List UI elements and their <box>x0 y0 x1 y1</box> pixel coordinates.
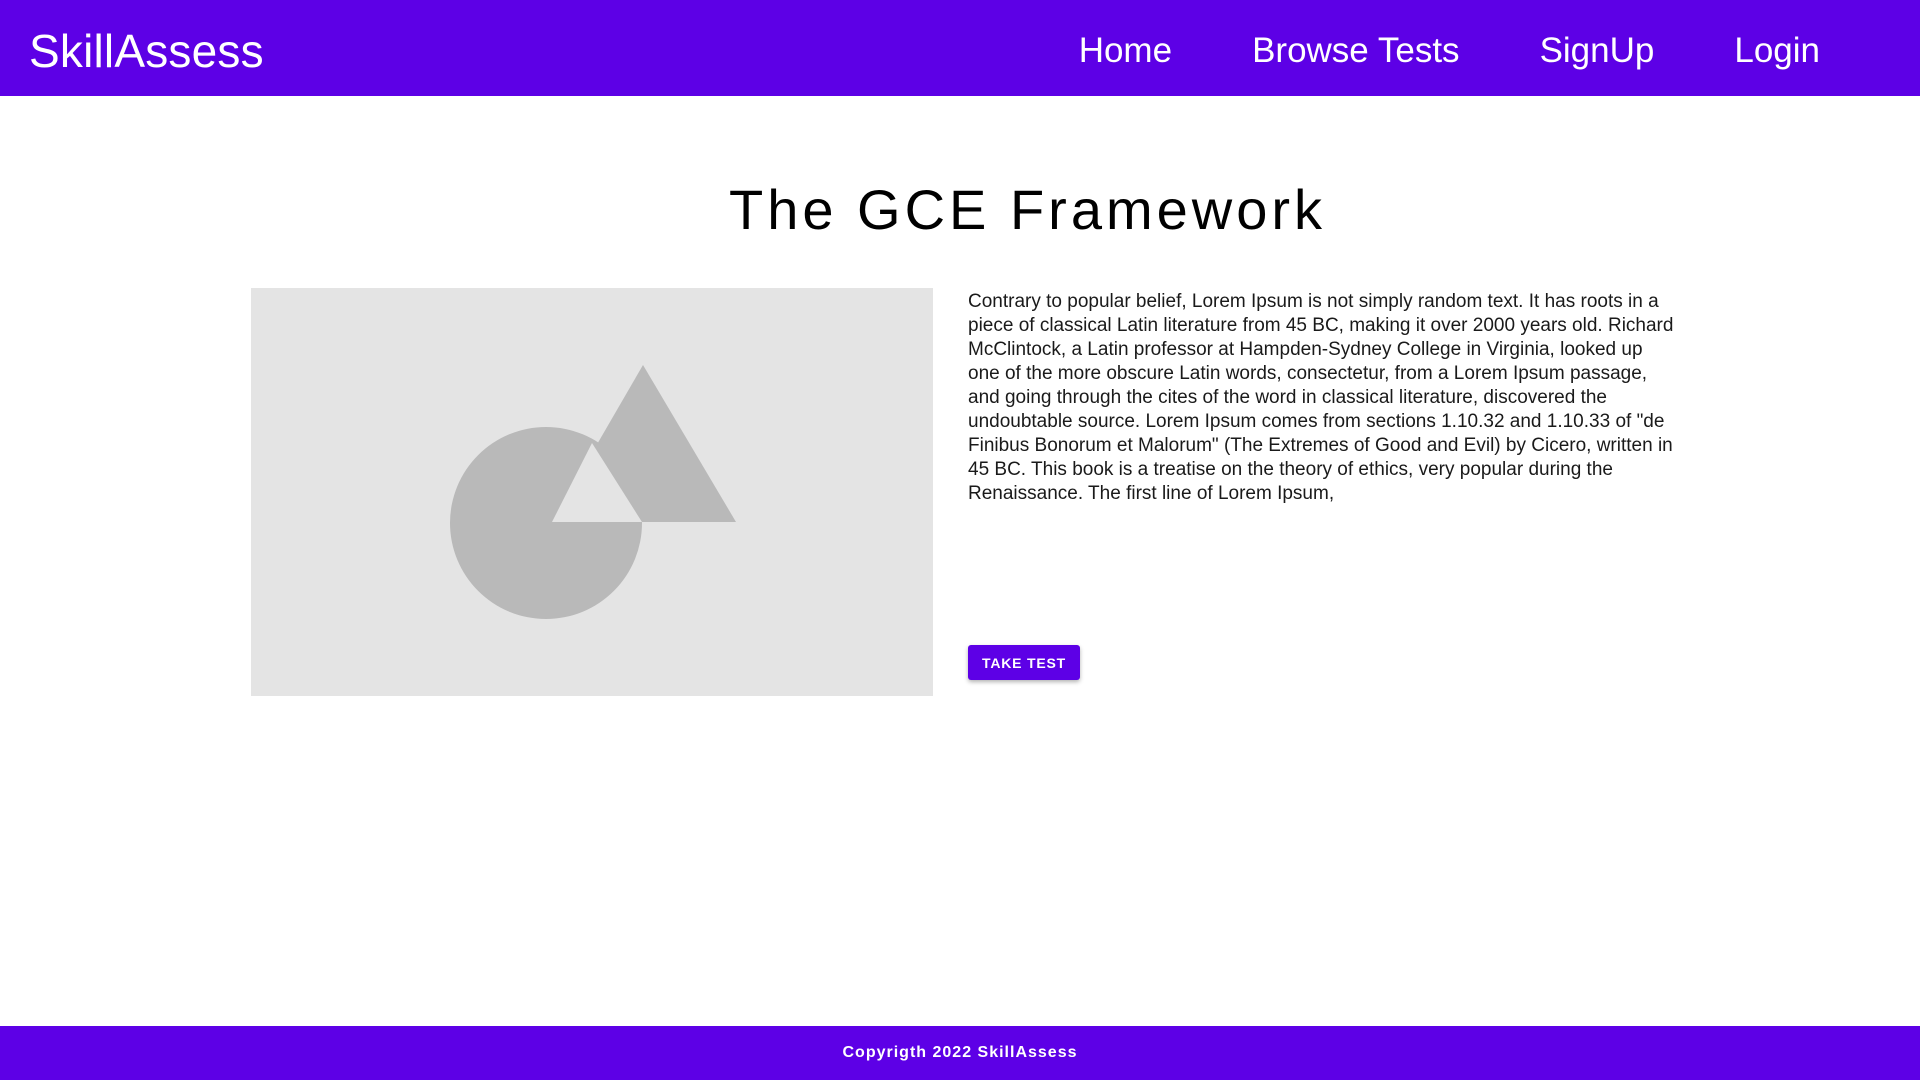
nav-link-browse-tests[interactable]: Browse Tests <box>1252 28 1460 74</box>
page-title: The GCE Framework <box>729 178 1326 241</box>
take-test-button[interactable]: Take Test <box>968 645 1080 680</box>
test-description: Contrary to popular belief, Lorem Ipsum … <box>968 291 1674 504</box>
main-navigation: Home Browse Tests SignUp Login <box>1079 28 1820 74</box>
image-placeholder-icon <box>450 365 736 619</box>
footer: Copyrigth 2022 SkillAssess <box>0 1026 1920 1080</box>
nav-link-signup[interactable]: SignUp <box>1540 28 1655 74</box>
copyright-text: Copyrigth 2022 SkillAssess <box>842 1044 1078 1061</box>
top-navigation-bar: SkillAssess Home Browse Tests SignUp Log… <box>0 0 1920 96</box>
nav-link-login[interactable]: Login <box>1734 28 1820 74</box>
brand-logo[interactable]: SkillAssess <box>29 25 264 77</box>
nav-link-home[interactable]: Home <box>1079 28 1172 74</box>
test-image <box>251 288 933 696</box>
